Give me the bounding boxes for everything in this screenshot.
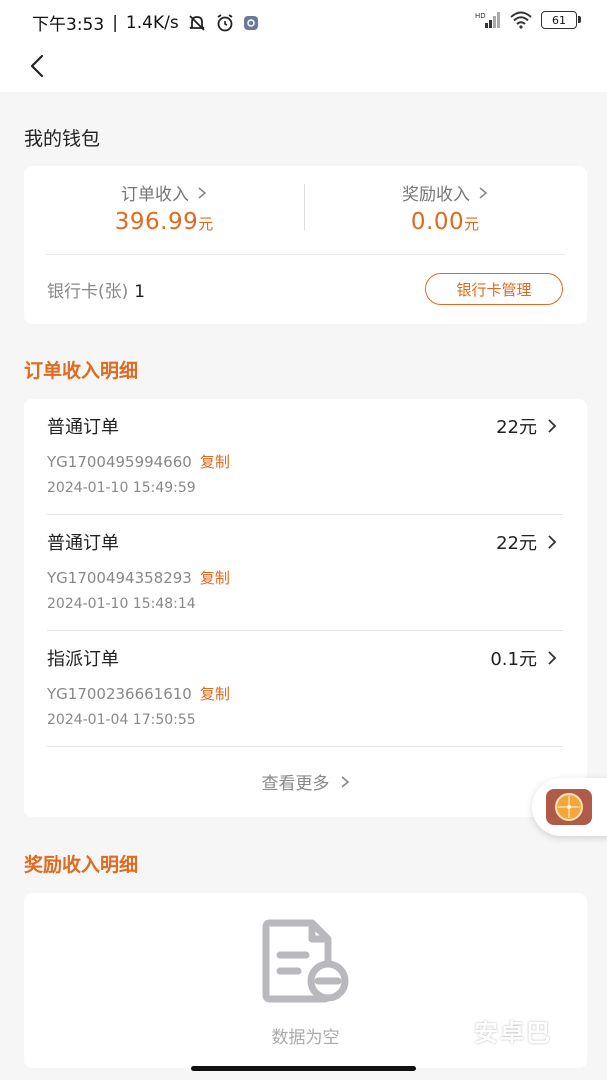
alarm-icon xyxy=(217,13,233,31)
order-type: 普通订单 xyxy=(47,533,119,554)
home-indicator[interactable] xyxy=(191,1066,416,1071)
battery-tip xyxy=(578,16,581,23)
order-income-value-row: 396.99元 xyxy=(24,209,304,235)
order-type: 指派订单 xyxy=(47,649,119,670)
order-income-label: 订单收入 xyxy=(121,185,189,205)
order-time: 2024-01-04 17:50:55 xyxy=(47,712,196,728)
order-income-section-title: 订单收入明细 xyxy=(24,360,139,382)
bank-card-info: 银行卡(张) 1 xyxy=(47,277,145,302)
reward-income-label: 奖励收入 xyxy=(402,185,470,205)
order-income-unit: 元 xyxy=(198,215,214,233)
bank-card-label: 银行卡(张) xyxy=(47,282,129,302)
order-income-stat[interactable]: 订单收入 396.99元 xyxy=(24,180,304,235)
order-id: YG1700236661610 xyxy=(47,685,192,703)
order-amount: 22元 xyxy=(496,417,537,438)
reward-income-label-row: 奖励收入 xyxy=(305,180,585,205)
wifi-icon xyxy=(510,11,532,29)
order-income-value: 396.99 xyxy=(114,209,199,235)
order-id-row: YG1700236661610 复制 xyxy=(47,683,230,704)
status-right: HD 61 xyxy=(475,11,581,29)
status-left: 下午3:53 | 1.4K/s xyxy=(32,10,259,35)
chevron-right-icon xyxy=(548,651,557,665)
chevron-right-icon xyxy=(548,419,557,433)
chevron-right-icon xyxy=(198,186,207,199)
reward-income-unit: 元 xyxy=(464,215,480,233)
chevron-right-icon xyxy=(479,186,488,199)
floating-assistant-button[interactable] xyxy=(532,778,607,836)
orange-slice-icon xyxy=(555,793,583,821)
wallet-divider xyxy=(46,254,565,255)
order-amount: 22元 xyxy=(496,533,537,554)
bank-card-count: 1 xyxy=(134,282,146,302)
reward-income-section-title: 奖励收入明细 xyxy=(24,854,139,876)
order-id-row: YG1700494358293 复制 xyxy=(47,567,230,588)
signal-icon: HD xyxy=(475,12,500,28)
copy-button[interactable]: 复制 xyxy=(200,685,230,703)
order-time: 2024-01-10 15:49:59 xyxy=(47,480,196,496)
svg-text:HD: HD xyxy=(475,12,486,20)
order-amount-row: 22元 xyxy=(496,413,557,439)
order-amount-row: 22元 xyxy=(496,529,557,555)
order-item[interactable]: 指派订单 0.1元 YG1700236661610 复制 2024-01-04 1… xyxy=(47,631,563,747)
status-divider: | xyxy=(112,12,118,33)
order-type: 普通订单 xyxy=(47,417,119,438)
order-id-row: YG1700495994660 复制 xyxy=(47,451,230,472)
reward-income-stat[interactable]: 奖励收入 0.00元 xyxy=(305,180,585,235)
chevron-right-icon xyxy=(548,535,557,549)
chevron-right-icon xyxy=(340,775,349,788)
status-network-speed: 1.4K/s xyxy=(125,12,179,33)
app-notification-icon xyxy=(243,15,258,30)
mute-icon xyxy=(189,14,205,31)
reward-income-value: 0.00 xyxy=(410,209,465,235)
reward-income-value-row: 0.00元 xyxy=(305,209,585,235)
empty-document-icon xyxy=(262,919,349,1003)
order-amount-row: 0.1元 xyxy=(490,645,557,671)
copy-button[interactable]: 复制 xyxy=(200,569,230,587)
status-bar: 下午3:53 | 1.4K/s HD 61 xyxy=(0,0,607,44)
order-amount: 0.1元 xyxy=(490,649,537,670)
order-time: 2024-01-10 15:48:14 xyxy=(47,596,196,612)
status-time: 下午3:53 xyxy=(32,15,105,35)
floating-assistant-icon-bg xyxy=(546,789,592,825)
view-more-label: 查看更多 xyxy=(261,774,330,794)
wallet-card: 订单收入 396.99元 奖励收入 0.00元 银行卡(张) 1 银行卡管理 xyxy=(24,166,587,324)
order-item[interactable]: 普通订单 22元 YG1700494358293 复制 2024-01-10 15… xyxy=(47,515,563,631)
nav-bar xyxy=(0,44,607,92)
back-arrow-icon[interactable] xyxy=(24,52,52,80)
order-income-label-row: 订单收入 xyxy=(24,180,304,205)
order-item[interactable]: 普通订单 22元 YG1700495994660 复制 2024-01-10 15… xyxy=(47,399,563,515)
copy-button[interactable]: 复制 xyxy=(200,453,230,471)
order-id: YG1700494358293 xyxy=(47,569,192,587)
view-more-button[interactable]: 查看更多 xyxy=(24,769,587,794)
order-divider xyxy=(47,746,563,747)
order-list-card: 普通订单 22元 YG1700495994660 复制 2024-01-10 15… xyxy=(24,399,587,817)
battery-icon: 61 xyxy=(541,11,581,29)
wallet-title: 我的钱包 xyxy=(24,128,101,150)
order-id: YG1700495994660 xyxy=(47,453,192,471)
battery-level: 61 xyxy=(552,13,566,27)
bank-card-manage-button[interactable]: 银行卡管理 xyxy=(425,273,563,305)
watermark-logo: 安卓巴 xyxy=(474,1019,552,1047)
